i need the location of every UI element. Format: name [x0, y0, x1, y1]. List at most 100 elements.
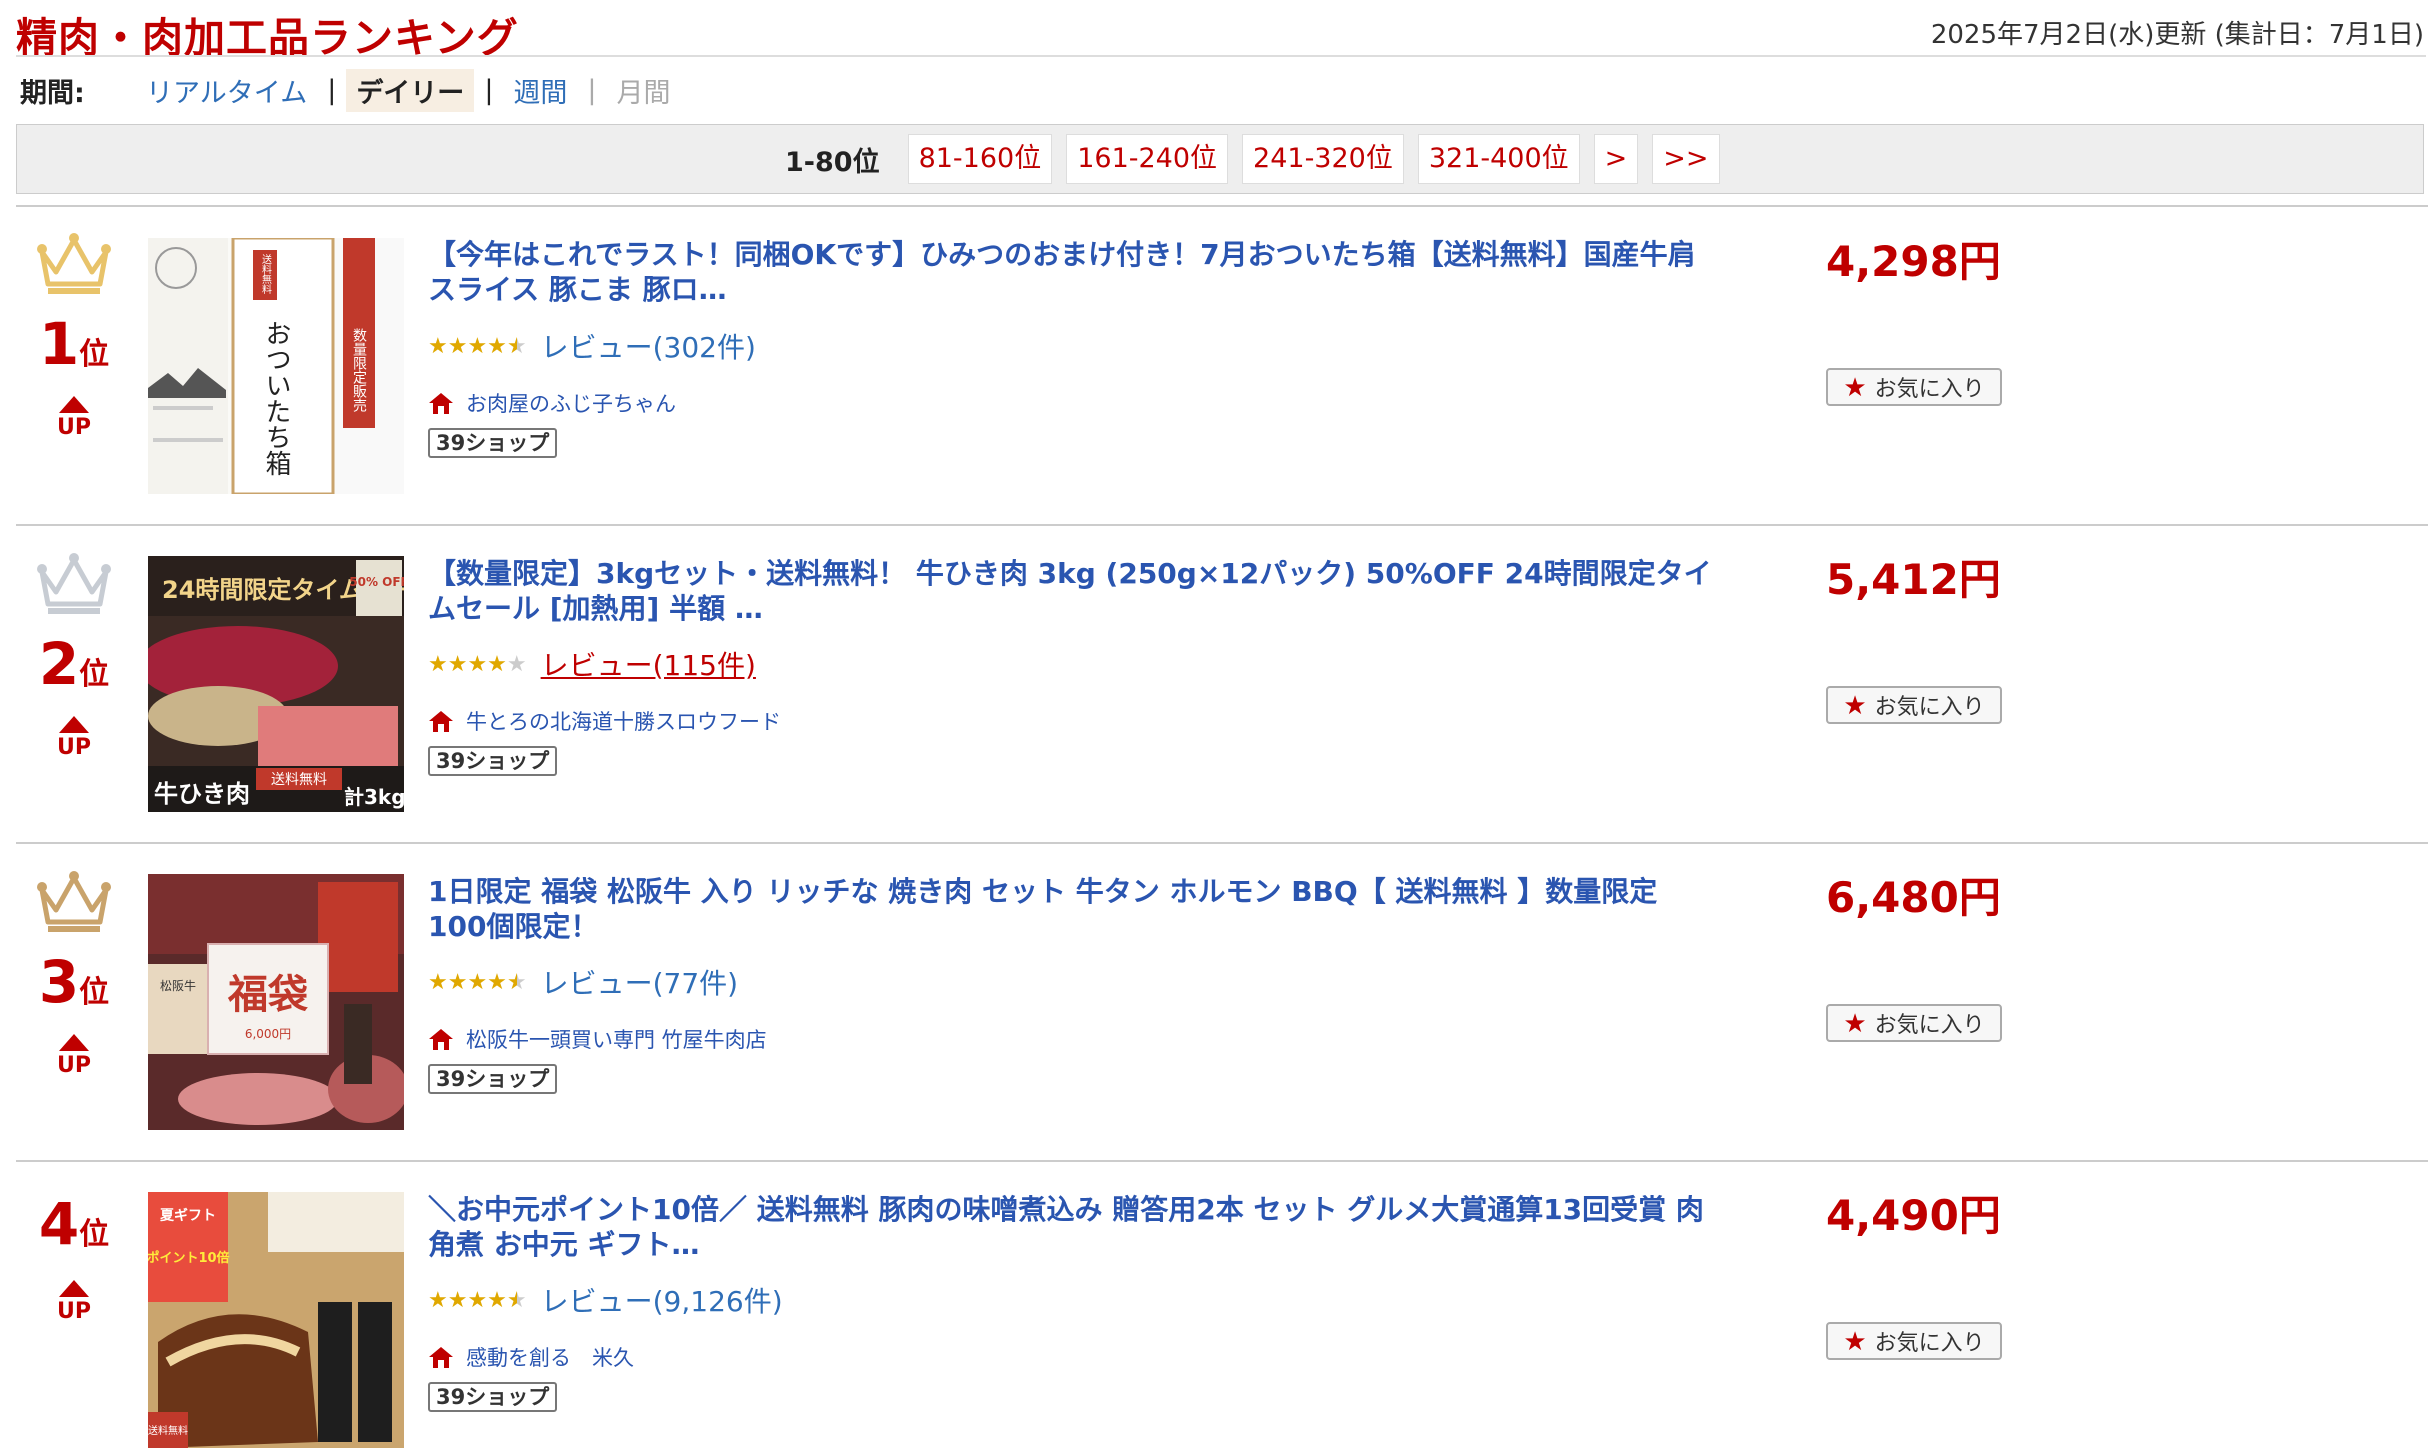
period-label: 期間: [20, 77, 85, 109]
box-title-label: おついたち箱 [261, 320, 291, 476]
tab-daily[interactable]: デイリー [346, 68, 475, 112]
pager-current: 1-80位 [785, 146, 880, 178]
rating-stars: ★★★★★ [428, 969, 527, 995]
rank-number: 3位 [38, 948, 110, 1016]
shop-39-badge: 39ショップ [428, 1064, 558, 1094]
rating: ★★★★★ レビュー(9,126件) [428, 1280, 783, 1320]
rank-up-indicator: UP [36, 1280, 112, 1323]
rank-badge: 2位 UP [36, 552, 112, 759]
product-title[interactable]: 【数量限定】3kgセット・送料無料！ 牛ひき肉 3kg (250g×12パック)… [428, 556, 1718, 626]
favorite-button[interactable]: ★ お気に入り [1826, 1322, 2002, 1360]
up-arrow-icon [59, 1034, 89, 1051]
tab-separator: | [587, 74, 597, 106]
up-arrow-icon [59, 1280, 89, 1297]
rank-up-indicator: UP [36, 1034, 112, 1077]
shop-39-badge: 39ショップ [428, 428, 558, 458]
fukubukuro-label: 福袋 [227, 972, 308, 1018]
bronze-crown-icon [36, 870, 112, 934]
rating-stars: ★★★★★ [428, 651, 527, 677]
favorite-label: お気に入り [1874, 1330, 1985, 1355]
star-icon: ★ [1843, 371, 1867, 402]
rank-number: 4位 [38, 1190, 110, 1258]
pager-321-400[interactable]: 321-400位 [1417, 134, 1580, 184]
item-divider [16, 205, 2428, 207]
review-link[interactable]: レビュー(77件) [541, 962, 738, 1002]
product-image[interactable]: 松阪牛 福袋 6,000円 [148, 874, 404, 1130]
product-name-label: 牛ひき肉 [154, 780, 250, 808]
free-shipping-label: 送料無料 [148, 1424, 188, 1437]
tab-separator: | [484, 74, 494, 106]
rank-up-indicator: UP [36, 396, 112, 439]
title-divider [16, 55, 2426, 57]
silver-crown-icon [36, 552, 112, 616]
item-divider [16, 1160, 2428, 1162]
shop-house-icon [429, 393, 453, 414]
updated-date: 2025年7月2日(水)更新 (集計日：7月1日) [1930, 20, 2424, 50]
pagination-bar: 1-80位 81-160位 161-240位 241-320位 321-400位… [16, 124, 2424, 194]
up-arrow-icon [59, 716, 89, 733]
gift-label: 夏ギフト [160, 1207, 216, 1224]
item-divider [16, 842, 2428, 844]
price: 6,480円 [1826, 873, 2001, 922]
star-icon: ★ [1843, 1007, 1867, 1038]
product-title[interactable]: ＼お中元ポイント10倍／ 送料無料 豚肉の味噌煮込み 贈答用2本 セット グルメ… [428, 1192, 1718, 1262]
favorite-label: お気に入り [1874, 1012, 1985, 1037]
box-side-label: 数量限定販売 [351, 328, 367, 413]
favorite-button[interactable]: ★ お気に入り [1826, 686, 2002, 724]
shop-house-icon [429, 711, 453, 732]
product-title[interactable]: 1日限定 福袋 松阪牛 入り リッチな 焼き肉 セット 牛タン ホルモン BBQ… [428, 874, 1718, 944]
shop-link[interactable]: 感動を創る 米久 [428, 1342, 634, 1372]
tab-realtime[interactable]: リアルタイム [136, 69, 317, 112]
rating: ★★★★★ レビュー(77件) [428, 962, 738, 1002]
shop-name: 松阪牛一頭買い専門 竹屋牛肉店 [466, 1028, 767, 1052]
weight-label: 計3kg [344, 785, 404, 809]
pager-last[interactable]: >> [1652, 134, 1720, 184]
favorite-button[interactable]: ★ お気に入り [1826, 368, 2002, 406]
up-arrow-icon [59, 396, 89, 413]
shop-name: 感動を創る 米久 [466, 1346, 634, 1370]
rating-stars: ★★★★★ [428, 333, 527, 359]
rank-number: 2位 [38, 630, 110, 698]
period-tabs: 期間: リアルタイム | デイリー | 週間 | 月間 [20, 68, 681, 112]
rank-badge: 4位 UP [36, 1190, 112, 1323]
points-label: ポイント10倍 [148, 1250, 230, 1266]
free-shipping-label: 送料無料 [271, 772, 327, 788]
rank-up-indicator: UP [36, 716, 112, 759]
item-divider [16, 524, 2428, 526]
review-link[interactable]: レビュー(115件) [541, 644, 756, 684]
pager-241-320[interactable]: 241-320位 [1242, 134, 1404, 184]
tab-monthly: 月間 [616, 77, 671, 109]
product-image[interactable]: 夏ギフト ポイント10倍 送料無料 [148, 1192, 404, 1448]
favorite-label: お気に入り [1874, 694, 1985, 719]
product-title[interactable]: 【今年はこれでラスト！同梱OKです】ひみつのおまけ付き！7月おついたち箱【送料無… [428, 237, 1718, 307]
shop-link[interactable]: お肉屋のふじ子ちゃん [428, 388, 676, 418]
review-link[interactable]: レビュー(302件) [541, 326, 756, 366]
price: 4,298円 [1826, 237, 2001, 286]
rank-badge: 1位 UP [36, 232, 112, 439]
shop-link[interactable]: 牛とろの北海道十勝スロウフード [428, 706, 781, 736]
rating: ★★★★★ レビュー(302件) [428, 326, 756, 366]
favorite-label: お気に入り [1874, 376, 1985, 401]
pager-161-240[interactable]: 161-240位 [1066, 134, 1229, 184]
favorite-button[interactable]: ★ お気に入り [1826, 1004, 2002, 1042]
review-link[interactable]: レビュー(9,126件) [541, 1280, 783, 1320]
shop-name: 牛とろの北海道十勝スロウフード [466, 710, 781, 734]
image-price-label: 6,000円 [245, 1027, 291, 1041]
rank-number: 1位 [38, 310, 110, 378]
rank-badge: 3位 UP [36, 870, 112, 1077]
shop-name: お肉屋のふじ子ちゃん [466, 392, 676, 416]
shop-link[interactable]: 松阪牛一頭買い専門 竹屋牛肉店 [428, 1024, 767, 1054]
product-image[interactable]: 24時間限定タイムセール 50% OFF 牛ひき肉 計3kg 送料無料 [148, 556, 404, 812]
discount-label: 50% OFF [349, 575, 404, 589]
product-image[interactable]: 送料無料 おついたち箱 数量限定販売 [148, 238, 404, 494]
price: 5,412円 [1826, 555, 2001, 604]
box-top-label: 送料無料 [260, 253, 272, 295]
tab-separator: | [327, 74, 337, 106]
star-icon: ★ [1843, 689, 1867, 720]
rating-stars: ★★★★★ [428, 1287, 527, 1313]
price: 4,490円 [1826, 1191, 2001, 1240]
pager-next[interactable]: > [1593, 134, 1639, 184]
tab-weekly[interactable]: 週間 [503, 69, 577, 112]
pager-81-160[interactable]: 81-160位 [907, 134, 1053, 184]
shop-house-icon [429, 1347, 453, 1368]
